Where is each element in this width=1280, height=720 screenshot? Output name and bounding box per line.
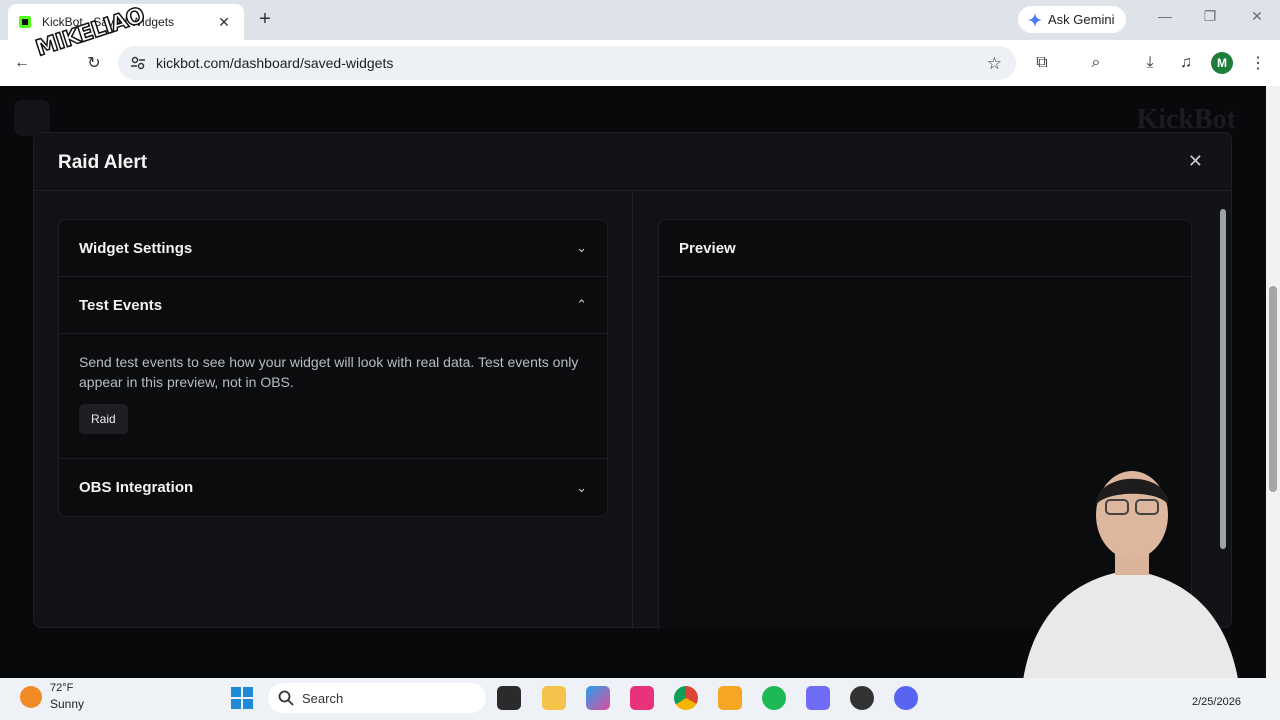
profile-avatar[interactable]: M <box>1211 52 1233 74</box>
test-events-body: Send test events to see how your widget … <box>59 334 607 459</box>
site-info-icon <box>131 56 145 70</box>
background-sidebar-logo <box>14 100 50 136</box>
extensions-icon[interactable]: ⧉ <box>1031 52 1053 74</box>
obs-integration-title: OBS Integration <box>79 479 194 496</box>
gemini-sparkle-icon <box>1028 12 1042 27</box>
weather-temperature: 72°F <box>50 682 74 694</box>
taskbar-search-placeholder: Search <box>302 690 344 706</box>
chevron-down-icon: ⌄ <box>576 479 587 495</box>
kickbot-favicon-icon <box>19 16 31 28</box>
page-scrollbar[interactable] <box>1266 86 1280 678</box>
sun-icon <box>20 686 42 708</box>
raid-test-button[interactable]: Raid <box>79 404 128 434</box>
modal-header: Raid Alert ✕ <box>34 133 1231 191</box>
widget-settings-title: Widget Settings <box>79 239 193 257</box>
bookmark-star-icon[interactable]: ☆ <box>987 54 1002 74</box>
ask-gemini-button[interactable]: Ask Gemini <box>1018 6 1126 33</box>
obs-integration-header[interactable]: OBS Integration ⌄ <box>59 459 607 516</box>
taskbar-date: 2/25/2026 <box>1192 696 1241 708</box>
obs-icon[interactable] <box>850 686 874 710</box>
browser-toolbar: ← ↻ kickbot.com/dashboard/saved-widgets … <box>0 40 1280 86</box>
os-taskbar: 72°F Sunny Search 2/25/2026 <box>0 678 1280 720</box>
copilot-icon[interactable] <box>586 686 610 710</box>
media-control-icon[interactable]: ♫ <box>1175 52 1197 74</box>
modal-title: Raid Alert <box>58 152 148 173</box>
widget-settings-header[interactable]: Widget Settings ⌄ <box>59 220 607 277</box>
chrome-icon[interactable] <box>674 686 698 710</box>
picsart-icon[interactable] <box>630 686 654 710</box>
url-text: kickbot.com/dashboard/saved-widgets <box>156 55 394 71</box>
close-window-icon[interactable]: ✕ <box>1245 8 1269 25</box>
settings-accordion: Widget Settings ⌄ Test Events ⌃ Send tes… <box>58 219 608 517</box>
preview-header: Preview <box>659 220 1191 277</box>
windows-start-icon[interactable] <box>230 686 254 710</box>
taskbar-search[interactable]: Search <box>268 683 486 713</box>
restore-icon[interactable]: ❐ <box>1198 8 1222 25</box>
new-tab-icon[interactable]: + <box>254 8 276 30</box>
download-icon[interactable]: ⤓ <box>1139 52 1161 74</box>
menu-kebab-icon[interactable]: ⋮ <box>1247 52 1269 74</box>
chevron-up-icon: ⌃ <box>576 297 587 312</box>
page-scrollbar-thumb[interactable] <box>1269 286 1277 492</box>
tab-close-icon[interactable]: ✕ <box>214 14 234 31</box>
address-bar[interactable]: kickbot.com/dashboard/saved-widgets ☆ <box>118 46 1016 80</box>
back-icon[interactable]: ← <box>11 52 33 74</box>
search-icon <box>278 690 294 706</box>
modal-divider <box>632 192 633 629</box>
brightness-app-icon[interactable] <box>718 686 742 710</box>
chevron-down-icon: ⌄ <box>576 240 587 255</box>
discord-icon[interactable] <box>894 686 918 710</box>
modal-close-icon[interactable]: ✕ <box>1188 151 1203 172</box>
reload-icon[interactable]: ↻ <box>83 52 105 74</box>
spotify-icon[interactable] <box>762 686 786 710</box>
test-events-description: Send test events to see how your widget … <box>79 354 579 390</box>
weather-condition: Sunny <box>50 697 85 711</box>
test-events-header[interactable]: Test Events ⌃ <box>59 277 607 334</box>
linear-app-icon[interactable] <box>806 686 830 710</box>
screen-search-icon[interactable]: ⌕ <box>1085 52 1107 74</box>
test-events-title: Test Events <box>79 296 163 314</box>
minimize-icon[interactable]: — <box>1153 8 1177 24</box>
browser-tab-bar: KickBot - Saved Widgets ✕ + Ask Gemini —… <box>0 0 1280 40</box>
preview-title: Preview <box>679 239 736 257</box>
ask-gemini-label: Ask Gemini <box>1048 12 1115 27</box>
file-explorer-icon[interactable] <box>542 686 566 710</box>
task-view-icon[interactable] <box>497 686 521 710</box>
